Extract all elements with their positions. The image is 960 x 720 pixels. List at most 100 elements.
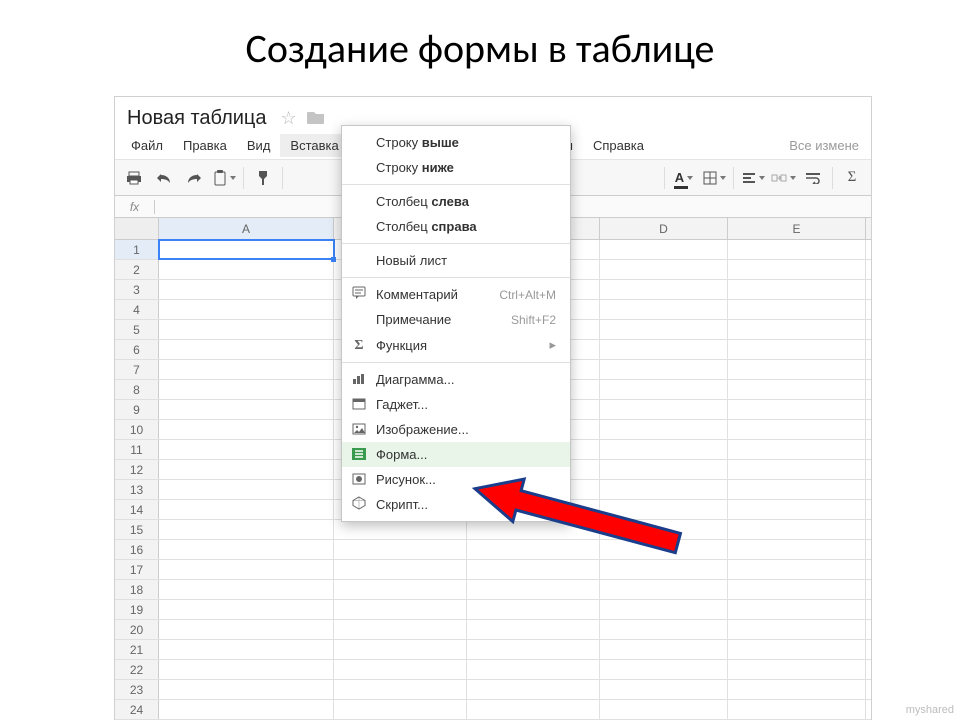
row-header[interactable]: 5 [115, 320, 159, 339]
cell[interactable] [334, 520, 467, 539]
cell[interactable] [600, 420, 728, 439]
cell[interactable] [467, 580, 600, 599]
col-header-A[interactable]: A [159, 218, 334, 239]
col-header-E[interactable]: E [728, 218, 866, 239]
row-header[interactable]: 3 [115, 280, 159, 299]
merge-button[interactable] [769, 164, 797, 192]
wrap-button[interactable] [799, 164, 827, 192]
cell[interactable] [728, 540, 866, 559]
cell[interactable] [159, 260, 334, 279]
paint-format-button[interactable] [249, 164, 277, 192]
cell[interactable] [159, 540, 334, 559]
menu-item[interactable]: Строку выше [342, 130, 570, 155]
row-header[interactable]: 2 [115, 260, 159, 279]
row-header[interactable]: 10 [115, 420, 159, 439]
functions-button[interactable]: Σ [838, 164, 866, 192]
text-color-button[interactable]: A [670, 164, 698, 192]
cell[interactable] [467, 660, 600, 679]
cell[interactable] [600, 400, 728, 419]
cell[interactable] [728, 320, 866, 339]
cell[interactable] [600, 380, 728, 399]
col-header-D[interactable]: D [600, 218, 728, 239]
row-header[interactable]: 17 [115, 560, 159, 579]
cell[interactable] [728, 360, 866, 379]
menu-item[interactable]: Столбец слева [342, 189, 570, 214]
row-header[interactable]: 6 [115, 340, 159, 359]
row-header[interactable]: 18 [115, 580, 159, 599]
cell[interactable] [159, 300, 334, 319]
row-header[interactable]: 20 [115, 620, 159, 639]
cell[interactable] [334, 680, 467, 699]
cell[interactable] [600, 300, 728, 319]
cell[interactable] [728, 480, 866, 499]
cell[interactable] [467, 620, 600, 639]
cell[interactable] [159, 440, 334, 459]
undo-button[interactable] [150, 164, 178, 192]
cell[interactable] [159, 480, 334, 499]
cell[interactable] [334, 660, 467, 679]
cell[interactable] [600, 320, 728, 339]
row-header[interactable]: 12 [115, 460, 159, 479]
cell[interactable] [728, 640, 866, 659]
menu-item[interactable]: ПримечаниеShift+F2 [342, 307, 570, 332]
cell[interactable] [728, 620, 866, 639]
cell[interactable] [728, 520, 866, 539]
row-header[interactable]: 13 [115, 480, 159, 499]
cell[interactable] [159, 400, 334, 419]
redo-button[interactable] [180, 164, 208, 192]
menu-файл[interactable]: Файл [121, 134, 173, 157]
cell[interactable] [334, 560, 467, 579]
cell[interactable] [159, 560, 334, 579]
cell[interactable] [728, 420, 866, 439]
cell[interactable] [728, 400, 866, 419]
cell[interactable] [334, 600, 467, 619]
cell[interactable] [600, 620, 728, 639]
menu-вид[interactable]: Вид [237, 134, 281, 157]
row-header[interactable]: 21 [115, 640, 159, 659]
row-header[interactable]: 11 [115, 440, 159, 459]
row-header[interactable]: 7 [115, 360, 159, 379]
cell[interactable] [159, 660, 334, 679]
cell[interactable] [159, 520, 334, 539]
menu-правка[interactable]: Правка [173, 134, 237, 157]
cell[interactable] [728, 460, 866, 479]
cell[interactable] [159, 680, 334, 699]
cell[interactable] [728, 340, 866, 359]
cell[interactable] [728, 380, 866, 399]
row-header[interactable]: 1 [115, 240, 159, 259]
cell[interactable] [467, 700, 600, 719]
menu-справка[interactable]: Справка [583, 134, 654, 157]
cell[interactable] [600, 640, 728, 659]
cell[interactable] [728, 280, 866, 299]
menu-item[interactable]: Изображение... [342, 417, 570, 442]
cell[interactable] [728, 680, 866, 699]
cell[interactable] [600, 680, 728, 699]
folder-icon[interactable] [307, 108, 325, 129]
row-header[interactable]: 23 [115, 680, 159, 699]
align-button[interactable] [739, 164, 767, 192]
cell[interactable] [600, 340, 728, 359]
cell[interactable] [728, 660, 866, 679]
cell[interactable] [334, 540, 467, 559]
cell[interactable] [728, 500, 866, 519]
cell[interactable] [467, 680, 600, 699]
menu-item[interactable]: ΣФункция▸ [342, 332, 570, 358]
row-header[interactable]: 16 [115, 540, 159, 559]
cell[interactable] [159, 280, 334, 299]
menu-item[interactable]: Новый лист [342, 248, 570, 273]
menu-item[interactable]: Гаджет... [342, 392, 570, 417]
cell[interactable] [334, 700, 467, 719]
cell[interactable] [728, 440, 866, 459]
cell[interactable] [159, 460, 334, 479]
cell[interactable] [159, 700, 334, 719]
cell[interactable] [728, 240, 866, 259]
select-all-corner[interactable] [115, 218, 159, 239]
cell[interactable] [600, 280, 728, 299]
row-header[interactable]: 22 [115, 660, 159, 679]
document-title[interactable]: Новая таблица [127, 107, 267, 130]
menu-item[interactable]: Диаграмма... [342, 367, 570, 392]
cell[interactable] [334, 620, 467, 639]
cell[interactable] [159, 600, 334, 619]
borders-button[interactable] [700, 164, 728, 192]
cell[interactable] [600, 700, 728, 719]
